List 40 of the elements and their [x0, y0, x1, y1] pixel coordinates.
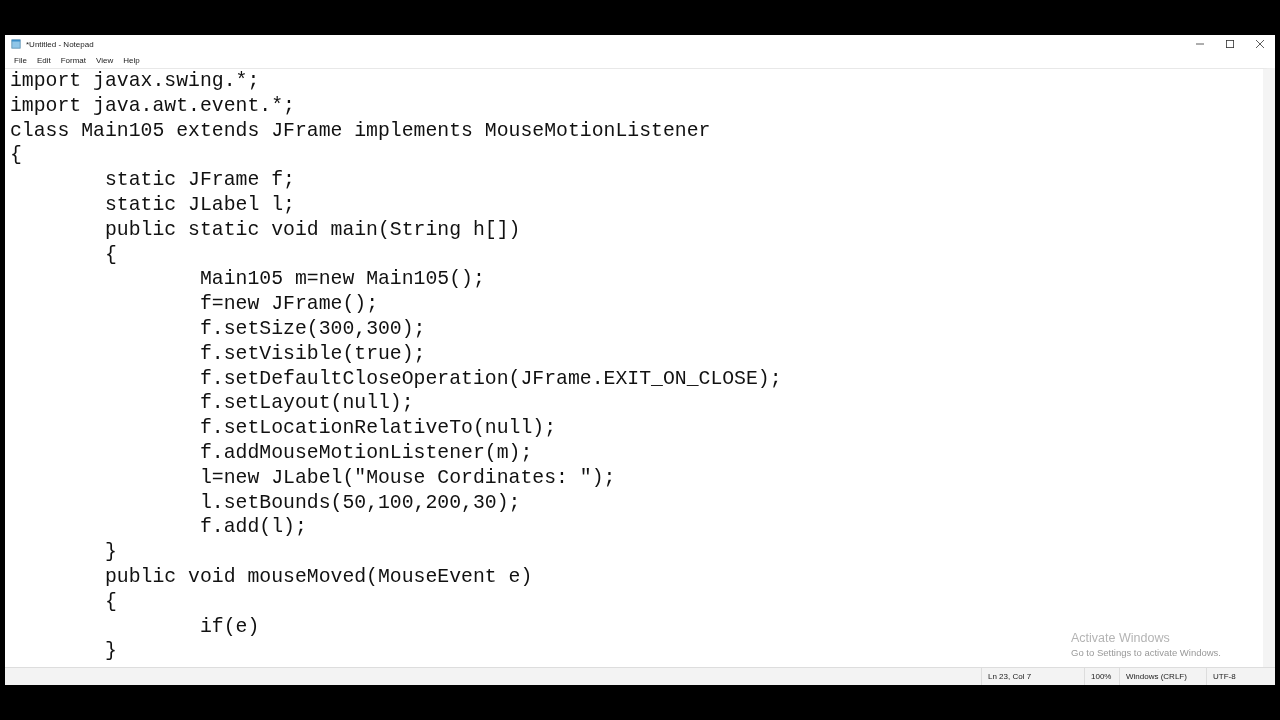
code-line: f.add(l); — [198, 516, 307, 539]
code-line: f=new JFrame(); — [198, 293, 378, 316]
code-line: if(e) — [198, 615, 260, 638]
code-line: f.setDefaultCloseOperation(JFrame.EXIT_ON_CLOSE); — [198, 367, 782, 390]
code-line: f.addMouseMotionListener(m); — [198, 441, 533, 464]
window-title: *Untitled - Notepad — [26, 39, 94, 49]
code-line: static JFrame f; — [103, 169, 295, 192]
menu-item[interactable]: View — [91, 56, 119, 65]
code-line: f.setVisible(true); — [198, 342, 426, 365]
code-line: } — [103, 640, 117, 663]
code-line: Main105 m=new Main105(); — [198, 268, 485, 291]
minimize-icon — [1196, 40, 1204, 48]
menu-item[interactable]: Edit — [31, 56, 56, 65]
code-line: f.setLayout(null); — [198, 392, 414, 415]
code-line: import javax.swing.*; — [10, 70, 260, 92]
activation-message: Go to Settings to activate Windows. — [1071, 647, 1221, 658]
menu-item[interactable]: Help — [118, 56, 145, 65]
code-line: class Main105 extends JFrame implements MouseMotionListener — [10, 119, 711, 142]
maximize-icon — [1226, 40, 1234, 48]
encoding: UTF-8 — [1206, 668, 1275, 685]
code-line: { — [10, 144, 22, 167]
code-line: { — [103, 590, 117, 613]
code-line: static JLabel l; — [103, 194, 295, 216]
code-line: l.setBounds(50,100,200,30); — [198, 491, 521, 514]
code-line: f.setLocationRelativeTo(null); — [198, 417, 557, 440]
close-icon — [1256, 40, 1264, 48]
line-ending: Windows (CRLF) — [1119, 668, 1206, 685]
cursor-position: Ln 23, Col 7 — [981, 668, 1084, 685]
menu-item[interactable]: Format — [55, 56, 92, 65]
code-line: } — [103, 541, 117, 564]
activation-title: Activate Windows — [1071, 631, 1171, 645]
code-line: l=new JLabel("Mouse Cordinates: "); — [198, 466, 616, 489]
code-line: public void mouseMoved(MouseEvent e) — [103, 565, 533, 588]
code-line: import java.awt.event.*; — [10, 94, 295, 117]
notepad-icon — [11, 39, 21, 49]
code-line: f.setSize(300,300); — [198, 317, 426, 340]
zoom-level: 100% — [1084, 668, 1119, 685]
code-line: public static void main(String h[]) — [103, 218, 521, 241]
code-line: { — [103, 243, 117, 266]
menu-item[interactable]: File — [9, 56, 32, 65]
